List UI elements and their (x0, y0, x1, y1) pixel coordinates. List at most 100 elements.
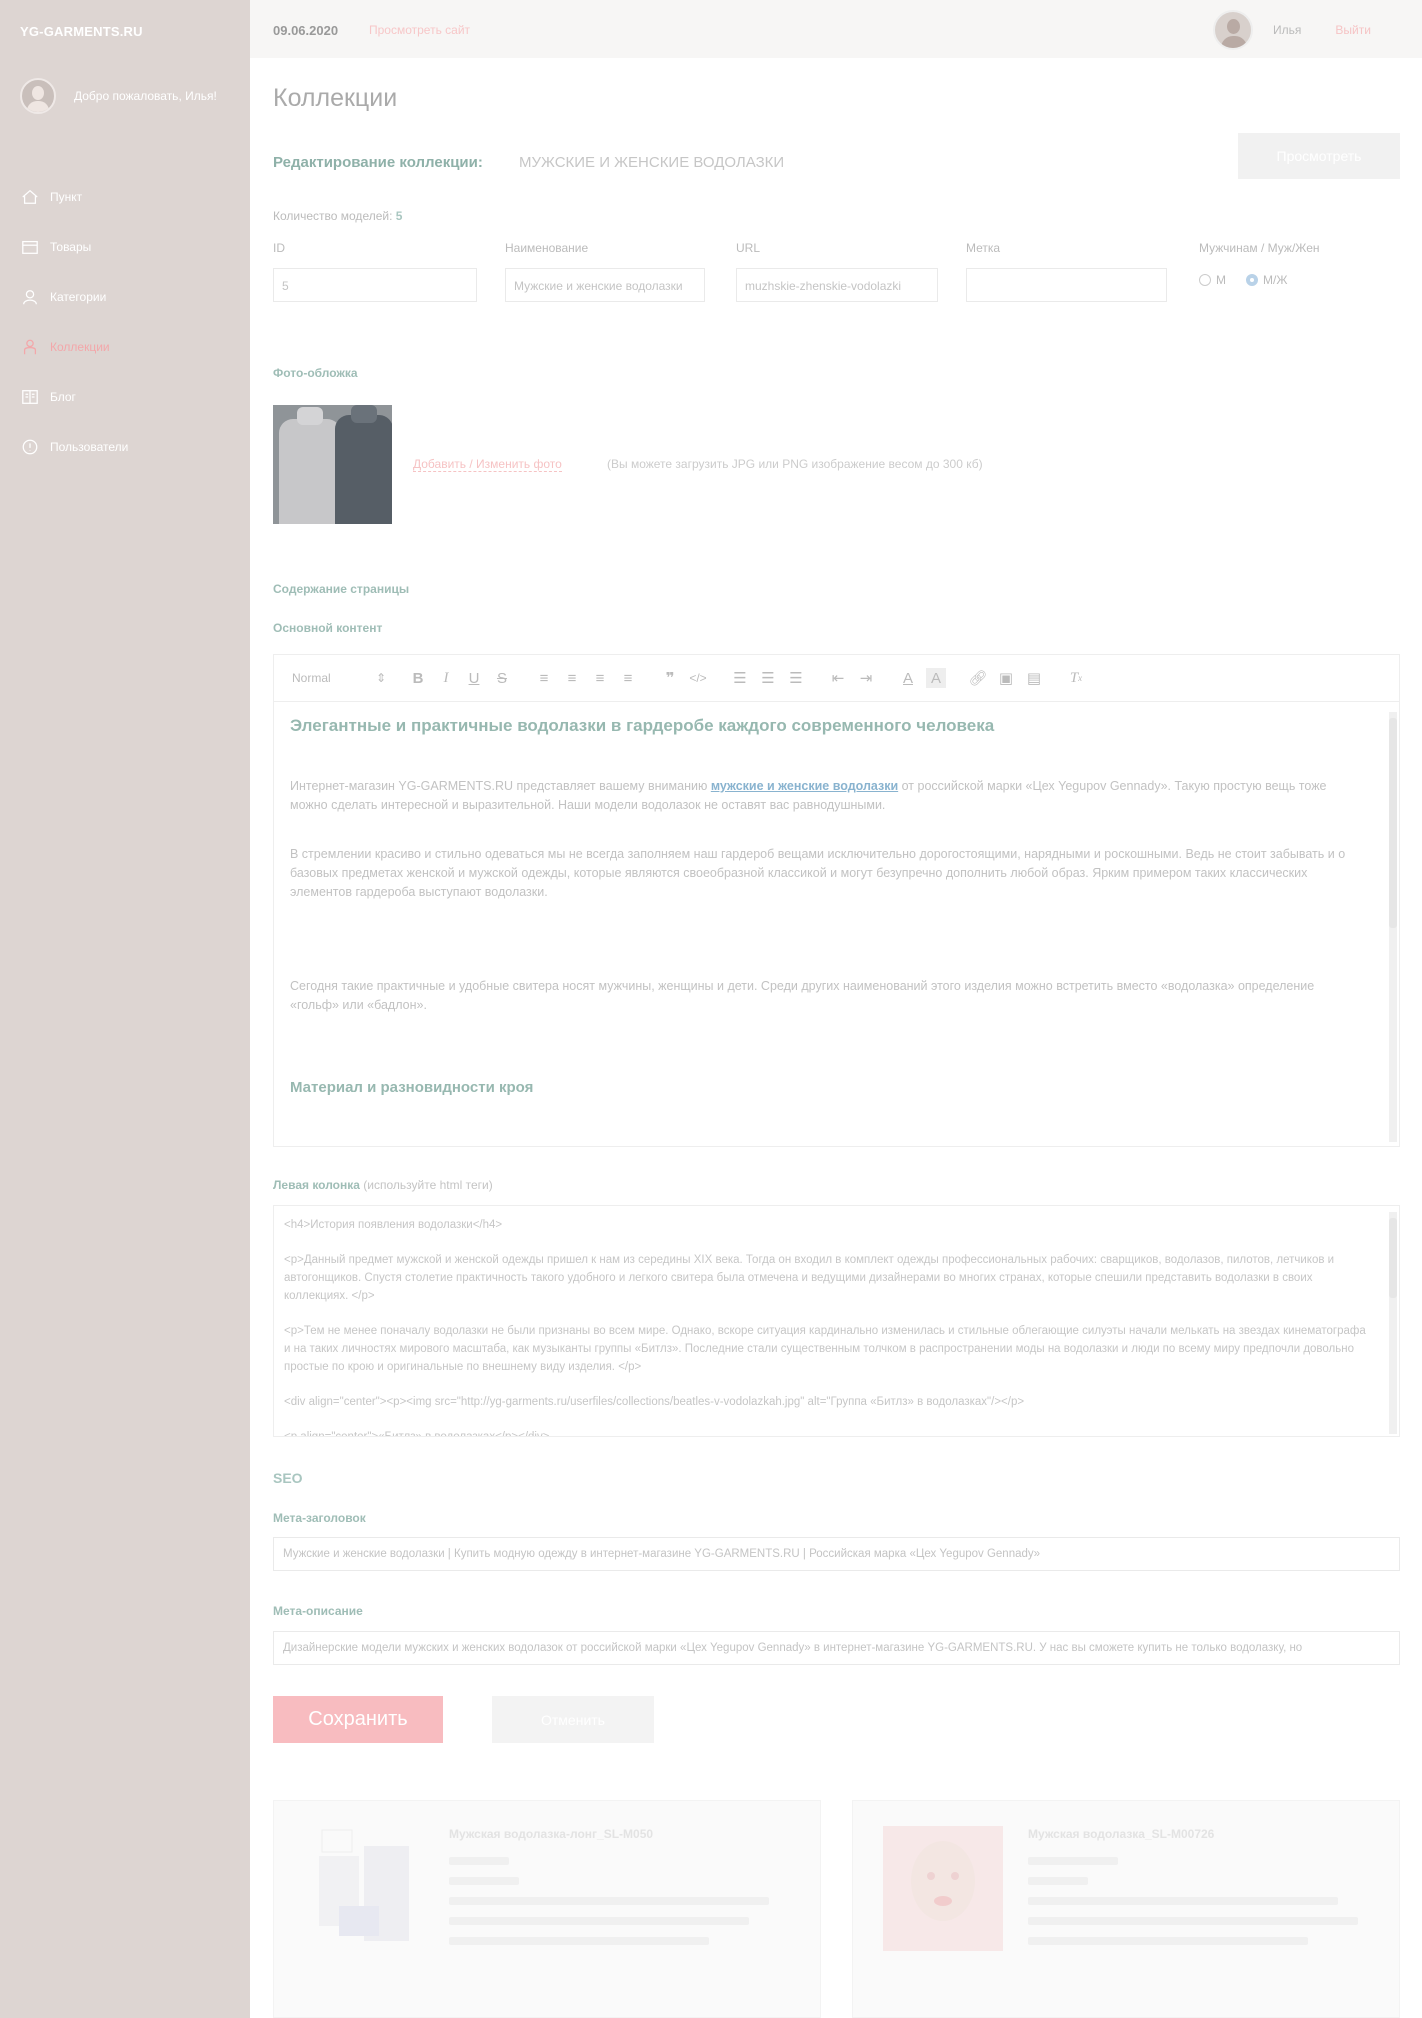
detail-line (1028, 1857, 1118, 1865)
meta-description-input[interactable]: Дизайнерские модели мужских и женских во… (273, 1631, 1400, 1665)
view-site-link[interactable]: Просмотреть сайт (369, 23, 470, 37)
editor-content: Элегантные и практичные водолазки в гард… (290, 712, 1360, 1096)
brand-logo[interactable]: YG-GARMENTS.RU (20, 24, 143, 39)
cover-heading: Фото-обложка (273, 366, 358, 380)
align-justify-icon[interactable]: ≡ (614, 668, 642, 688)
tag-input[interactable] (966, 268, 1167, 302)
model-count: Количество моделей: 5 (273, 209, 402, 223)
gender-radio-mf[interactable] (1246, 274, 1258, 286)
main-content-editor[interactable]: Элегантные и практичные водолазки в гард… (273, 702, 1400, 1147)
sidebar: YG-GARMENTS.RU Добро пожаловать, Илья! П… (0, 0, 250, 2018)
meta-title-input[interactable]: Мужские и женские водолазки | Купить мод… (273, 1537, 1400, 1571)
top-username[interactable]: Илья (1273, 23, 1301, 37)
edit-collection-name: МУЖСКИЕ И ЖЕНСКИЕ ВОДОЛАЗКИ (519, 154, 785, 171)
product-card-details (1028, 1857, 1368, 1957)
product-card-title: Мужская водолазка_SL-M00726 (1028, 1827, 1215, 1841)
indent-icon[interactable]: ⇥ (852, 668, 880, 688)
photo-hint: (Вы можете загрузить JPG или PNG изображ… (607, 457, 983, 471)
detail-line (1028, 1877, 1088, 1885)
sidebar-item-label: Категории (50, 290, 107, 304)
editor-scroll-thumb[interactable] (1389, 718, 1397, 928)
save-button[interactable]: Сохранить (273, 1696, 443, 1743)
seo-heading: SEO (273, 1470, 303, 1486)
name-input[interactable]: Мужские и женские водолазки (505, 268, 705, 302)
product-image (883, 1826, 1003, 1951)
editor-paragraph-2: В стремлении красиво и стильно одеваться… (290, 847, 1346, 899)
product-card-title: Мужская водолазка-лонг_SL-M050 (449, 1827, 654, 1841)
user-avatar[interactable] (1213, 10, 1253, 50)
product-card[interactable]: Мужская водолазка-лонг_SL-M050 (273, 1800, 821, 2018)
format-select-value: Normal (292, 671, 331, 685)
clear-format-icon[interactable]: Tx (1062, 668, 1090, 688)
bold-icon[interactable]: B (404, 668, 432, 688)
strike-icon[interactable]: S (488, 668, 516, 688)
left-column-code: <h4>История появления водолазки</h4> <p>… (284, 1216, 1374, 1436)
outdent-icon[interactable]: ⇤ (824, 668, 852, 688)
code-icon[interactable]: </> (684, 668, 712, 688)
gender-option-m: М (1216, 273, 1226, 287)
italic-icon[interactable]: I (432, 668, 460, 688)
p1-link[interactable]: мужские и женские водолазки (711, 779, 898, 793)
gender-radio-m[interactable] (1199, 274, 1211, 286)
id-label: ID (273, 241, 285, 255)
background-color-icon[interactable]: A (926, 668, 946, 688)
cancel-button[interactable]: Отменить (492, 1696, 654, 1743)
link-icon[interactable]: 🔗︎ (964, 668, 992, 688)
align-left-icon[interactable]: ≡ (530, 668, 558, 688)
change-photo-link[interactable]: Добавить / Изменить фото (413, 457, 562, 472)
page-title: Коллекции (273, 84, 398, 112)
image-icon[interactable]: ▣ (992, 668, 1020, 688)
sweater-dark (335, 415, 392, 524)
sidebar-item-categories[interactable]: Категории (0, 272, 250, 322)
align-center-icon[interactable]: ≡ (558, 668, 586, 688)
editor-scrollbar[interactable] (1389, 712, 1397, 1142)
code-scrollbar[interactable] (1389, 1212, 1397, 1434)
bullet-list-icon[interactable]: ☰ (754, 668, 782, 688)
collection-icon (20, 337, 40, 357)
sidebar-item-label: Товары (50, 240, 92, 254)
align-right-icon[interactable]: ≡ (586, 668, 614, 688)
sidebar-item-label: Коллекции (50, 340, 110, 354)
code-scroll-thumb[interactable] (1389, 1218, 1397, 1298)
id-input[interactable]: 5 (273, 268, 477, 302)
sidebar-avatar (20, 78, 56, 114)
gender-radio-group: М М/Ж (1199, 273, 1287, 287)
sidebar-item-products[interactable]: Товары (0, 222, 250, 272)
product-card-details (449, 1857, 789, 1957)
product-image (304, 1826, 424, 1951)
detail-line (449, 1857, 509, 1865)
sidebar-item-collections[interactable]: Коллекции (0, 322, 250, 372)
sidebar-item-home[interactable]: Пункт (0, 172, 250, 222)
top-bar: 09.06.2020 Просмотреть сайт Илья Выйти (250, 0, 1422, 58)
view-collection-button[interactable]: Просмотреть (1238, 133, 1400, 179)
left-column-hint: (используйте html теги) (359, 1178, 493, 1192)
left-column-title: Левая колонка (273, 1178, 360, 1192)
checklist-icon[interactable]: ☰ (782, 668, 810, 688)
home-icon (20, 187, 40, 207)
underline-icon[interactable]: U (460, 668, 488, 688)
ordered-list-icon[interactable]: ☰ (726, 668, 754, 688)
left-column-textarea[interactable]: <h4>История появления водолазки</h4> <p>… (273, 1205, 1400, 1437)
select-arrows-icon: ⇕ (375, 671, 386, 685)
left-column-label: Левая колонка (используйте html теги) (273, 1178, 493, 1192)
code-line: <p>Данный предмет мужской и женской одеж… (284, 1254, 1335, 1302)
text-color-icon[interactable]: A (894, 668, 922, 688)
product-photo-shape (319, 1829, 409, 1941)
logout-link[interactable]: Выйти (1335, 23, 1371, 37)
product-card[interactable]: Мужская водолазка_SL-M00726 (852, 1800, 1400, 2018)
url-label: URL (736, 241, 761, 255)
sidebar-item-users[interactable]: Пользователи (0, 422, 250, 472)
format-select[interactable]: Normal ⇕ (292, 671, 386, 685)
url-input[interactable]: muzhskie-zhenskie-vodolazki (736, 268, 938, 302)
welcome-text: Добро пожаловать, Илья! (74, 89, 217, 103)
box-icon (20, 237, 40, 257)
detail-line (449, 1897, 769, 1905)
blockquote-icon[interactable]: ❞ (656, 668, 684, 688)
sidebar-item-label: Пункт (50, 190, 83, 204)
sidebar-item-blog[interactable]: Блог (0, 372, 250, 422)
p1-text-before: Интернет-магазин YG-GARMENTS.RU представ… (290, 779, 711, 793)
category-icon (20, 287, 40, 307)
video-icon[interactable]: ▤ (1020, 668, 1048, 688)
main-content-label: Основной контент (273, 621, 383, 635)
gender-option-mf: М/Ж (1263, 273, 1288, 287)
